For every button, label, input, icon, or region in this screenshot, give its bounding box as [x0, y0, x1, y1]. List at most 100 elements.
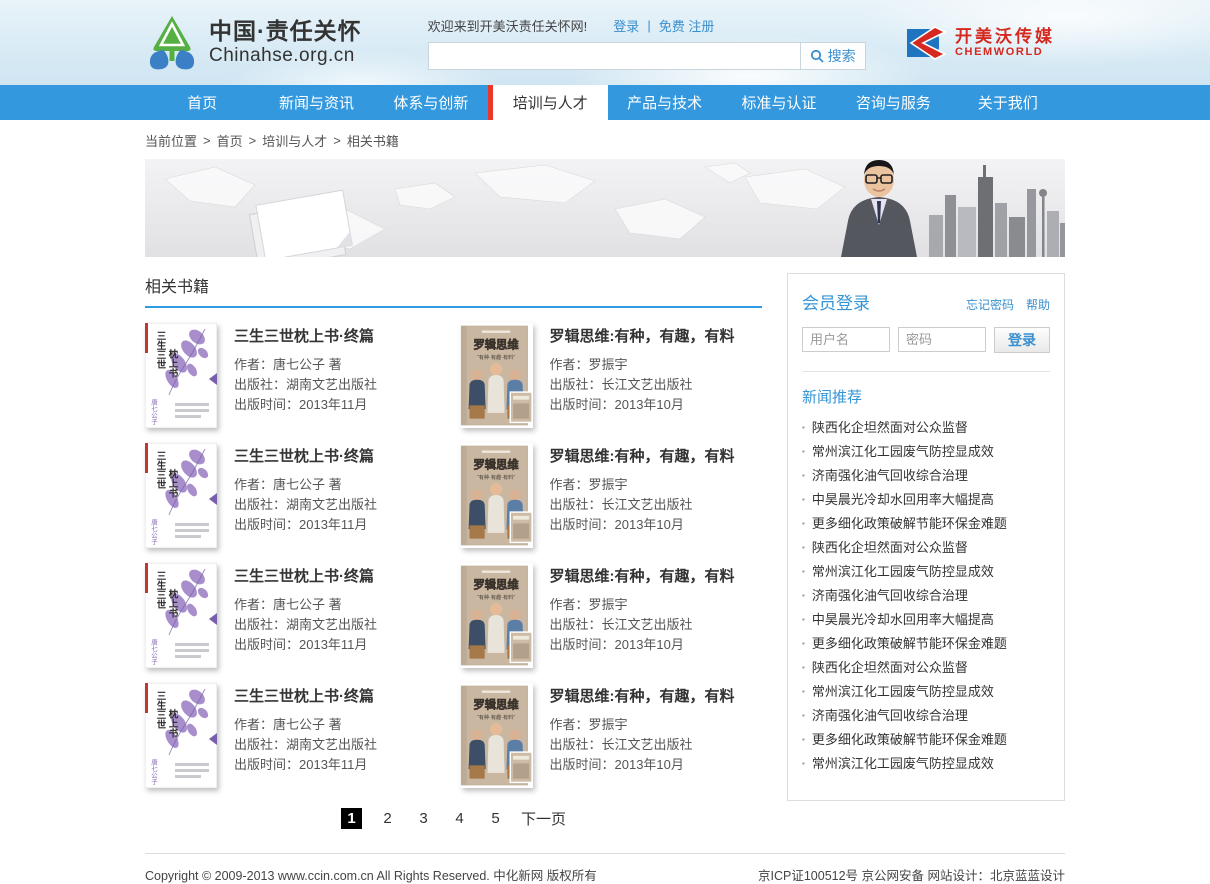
news-item[interactable]: ▪更多细化政策破解节能环保金难题 — [802, 728, 1050, 752]
book-publisher: 出版社：长江文艺出版社 — [550, 495, 735, 515]
password-field[interactable] — [898, 327, 986, 352]
search-input[interactable] — [428, 42, 800, 70]
partner-logo: 开美沃传媒 CHEMWORLD — [903, 25, 1055, 61]
book-cover[interactable] — [145, 323, 217, 428]
news-item[interactable]: ▪中昊晨光冷却水回用率大幅提高 — [802, 608, 1050, 632]
book-cover[interactable] — [145, 683, 217, 788]
book-title[interactable]: 罗辑思维:有种，有趣，有料 — [550, 445, 735, 466]
page-4[interactable]: 4 — [449, 808, 470, 829]
forgot-password-link[interactable]: 忘记密码 — [966, 296, 1014, 313]
news-item[interactable]: ▪更多细化政策破解节能环保金难题 — [802, 632, 1050, 656]
book-author: 作者：罗振宇 — [550, 355, 735, 375]
book-title[interactable]: 罗辑思维:有种，有趣，有料 — [550, 325, 735, 346]
bullet-icon: ▪ — [802, 495, 805, 504]
book-publisher: 出版社：长江文艺出版社 — [550, 375, 735, 395]
book-title[interactable]: 三生三世枕上书·终篇 — [234, 325, 377, 346]
bullet-icon: ▪ — [802, 687, 805, 696]
site-logo[interactable]: 中国·责任关怀 Chinahse.org.cn — [145, 14, 362, 72]
bullet-icon: ▪ — [802, 447, 805, 456]
book-title[interactable]: 三生三世枕上书·终篇 — [234, 445, 377, 466]
book-publisher: 出版社：湖南文艺出版社 — [234, 615, 377, 635]
nav-item-consulting[interactable]: 咨询与服务 — [836, 85, 950, 120]
news-item[interactable]: ▪常州滨江化工园废气防控显成效 — [802, 680, 1050, 704]
news-item[interactable]: ▪更多细化政策破解节能环保金难题 — [802, 512, 1050, 536]
book-card: 罗辑思维:有种，有趣，有料 作者：罗振宇 出版社：长江文艺出版社 出版时间：20… — [461, 323, 763, 428]
nav-item-about[interactable]: 关于我们 — [951, 85, 1065, 120]
news-item[interactable]: ▪济南强化油气回收综合治理 — [802, 704, 1050, 728]
book-author: 作者：罗振宇 — [550, 475, 735, 495]
news-item[interactable]: ▪中昊晨光冷却水回用率大幅提高 — [802, 488, 1050, 512]
bullet-icon: ▪ — [802, 423, 805, 432]
breadcrumb-home[interactable]: 首页 — [217, 131, 243, 150]
page-1[interactable]: 1 — [341, 808, 362, 829]
book-cover[interactable] — [145, 443, 217, 548]
book-cover[interactable] — [461, 323, 533, 428]
breadcrumb-books[interactable]: 相关书籍 — [347, 131, 399, 150]
book-date: 出版时间：2013年11月 — [234, 515, 377, 535]
register-link[interactable]: 免费 注册 — [659, 16, 715, 35]
book-date: 出版时间：2013年10月 — [550, 515, 735, 535]
login-link[interactable]: 登录 — [613, 16, 639, 35]
book-card: 三生三世枕上书·终篇 作者：唐七公子 著 出版社：湖南文艺出版社 出版时间：20… — [145, 683, 447, 788]
book-title[interactable]: 罗辑思维:有种，有趣，有料 — [550, 565, 735, 586]
site-header: 中国·责任关怀 Chinahse.org.cn 欢迎来到开美沃责任关怀网! 登录… — [0, 0, 1210, 85]
book-cover[interactable] — [461, 443, 533, 548]
news-item[interactable]: ▪陕西化企坦然面对公众监督 — [802, 416, 1050, 440]
breadcrumb-prefix: 当前位置 — [145, 131, 197, 150]
news-item[interactable]: ▪济南强化油气回收综合治理 — [802, 464, 1050, 488]
banner-image — [145, 159, 1065, 257]
page-2[interactable]: 2 — [377, 808, 398, 829]
nav-item-products[interactable]: 产品与技术 — [608, 85, 722, 120]
book-cover[interactable] — [461, 563, 533, 668]
book-date: 出版时间：2013年11月 — [234, 395, 377, 415]
breadcrumb-training[interactable]: 培训与人才 — [262, 131, 327, 150]
book-card: 罗辑思维:有种，有趣，有料 作者：罗振宇 出版社：长江文艺出版社 出版时间：20… — [461, 683, 763, 788]
brand-title: 中国·责任关怀 — [209, 18, 362, 46]
nav-item-training[interactable]: 培训与人才 — [493, 85, 607, 120]
bullet-icon: ▪ — [802, 519, 805, 528]
book-publisher: 出版社：长江文艺出版社 — [550, 735, 735, 755]
hands-tree-logo-icon — [145, 14, 199, 72]
books-grid: 三生三世枕上书·终篇 作者：唐七公子 著 出版社：湖南文艺出版社 出版时间：20… — [145, 323, 762, 788]
search-button[interactable]: 搜索 — [800, 42, 866, 70]
search-icon — [810, 49, 824, 63]
news-item[interactable]: ▪陕西化企坦然面对公众监督 — [802, 536, 1050, 560]
news-item[interactable]: ▪陕西化企坦然面对公众监督 — [802, 656, 1050, 680]
book-author: 作者：唐七公子 著 — [234, 475, 377, 495]
news-item[interactable]: ▪常州滨江化工园废气防控显成效 — [802, 440, 1050, 464]
nav-item-home[interactable]: 首页 — [145, 85, 259, 120]
username-field[interactable] — [802, 327, 890, 352]
chemworld-logo-icon — [903, 25, 947, 61]
book-card: 三生三世枕上书·终篇 作者：唐七公子 著 出版社：湖南文艺出版社 出版时间：20… — [145, 443, 447, 548]
breadcrumb: 当前位置 > 首页 > 培训与人才 > 相关书籍 — [145, 131, 1065, 150]
page-5[interactable]: 5 — [485, 808, 506, 829]
book-title[interactable]: 三生三世枕上书·终篇 — [234, 565, 377, 586]
partner-logo-cn: 开美沃传媒 — [955, 28, 1055, 45]
nav-item-news[interactable]: 新闻与资讯 — [259, 85, 373, 120]
help-link[interactable]: 帮助 — [1026, 296, 1050, 313]
news-item[interactable]: ▪常州滨江化工园废气防控显成效 — [802, 560, 1050, 584]
breadcrumb-separator: > — [203, 133, 211, 148]
nav-item-standards[interactable]: 标准与认证 — [722, 85, 836, 120]
book-cover[interactable] — [145, 563, 217, 668]
book-cover[interactable] — [461, 683, 533, 788]
page-3[interactable]: 3 — [413, 808, 434, 829]
login-button[interactable]: 登录 — [994, 327, 1050, 353]
bullet-icon: ▪ — [802, 615, 805, 624]
search-button-label: 搜索 — [828, 46, 856, 66]
book-title[interactable]: 三生三世枕上书·终篇 — [234, 685, 377, 706]
news-item[interactable]: ▪济南强化油气回收综合治理 — [802, 584, 1050, 608]
book-title[interactable]: 罗辑思维:有种，有趣，有料 — [550, 685, 735, 706]
book-card: 三生三世枕上书·终篇 作者：唐七公子 著 出版社：湖南文艺出版社 出版时间：20… — [145, 563, 447, 668]
nav-item-system[interactable]: 体系与创新 — [374, 85, 488, 120]
bullet-icon: ▪ — [802, 663, 805, 672]
welcome-text: 欢迎来到开美沃责任关怀网! — [428, 16, 588, 35]
book-date: 出版时间：2013年10月 — [550, 395, 735, 415]
book-publisher: 出版社：湖南文艺出版社 — [234, 735, 377, 755]
page-banner — [145, 159, 1065, 257]
sidebar: 会员登录 忘记密码 帮助 登录 新闻推荐 ▪陕西化企坦然面对公众监督 ▪常州滨江… — [787, 273, 1065, 801]
next-page-button[interactable]: 下一页 — [521, 808, 566, 829]
breadcrumb-separator: > — [249, 133, 257, 148]
news-item[interactable]: ▪常州滨江化工园废气防控显成效 — [802, 752, 1050, 776]
book-author: 作者：罗振宇 — [550, 595, 735, 615]
